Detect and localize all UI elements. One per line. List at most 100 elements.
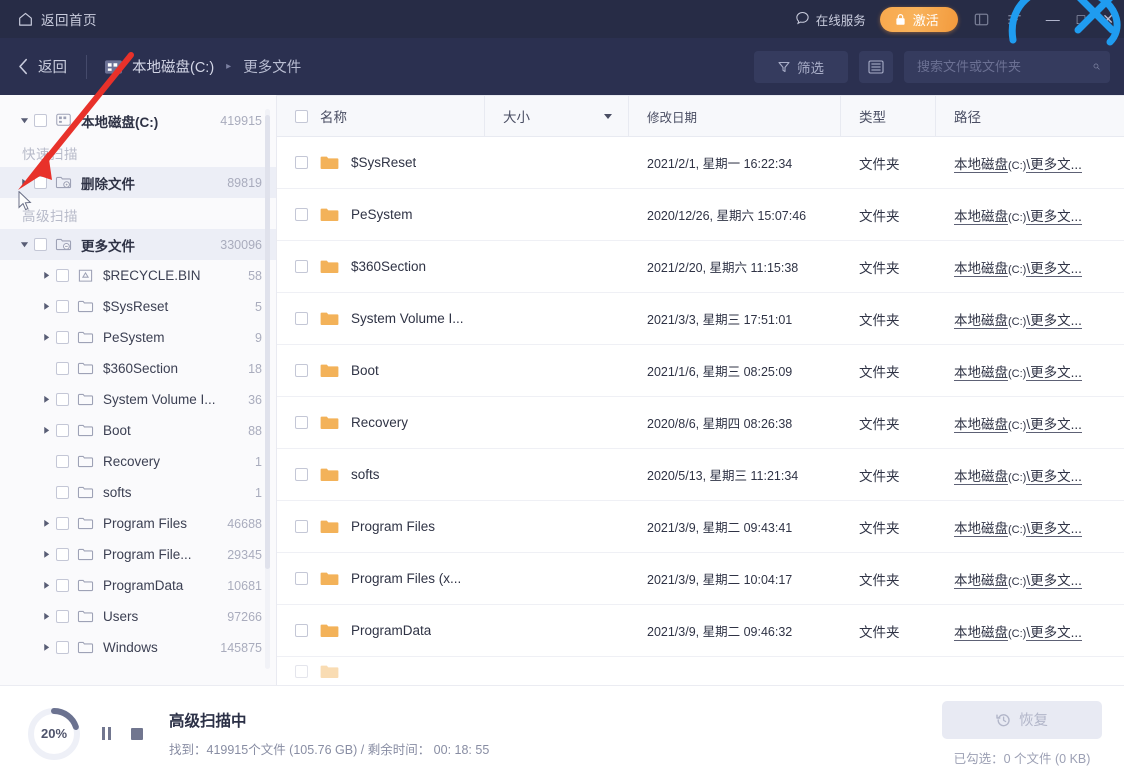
tree-item-count: 330096 — [220, 237, 262, 252]
tree-item-root-0[interactable]: 本地磁盘(C:) 419915 — [0, 105, 276, 136]
table-row[interactable]: Program Files 2021/3/9, 星期二 09:43:41 文件夹 本地… — [277, 501, 1124, 553]
tree-expand-collapse-icon-open[interactable] — [14, 116, 34, 125]
tree-item-checkbox[interactable] — [56, 548, 69, 561]
row-checkbox[interactable] — [295, 520, 308, 533]
tree-expand-collapse-icon-open[interactable] — [14, 240, 34, 249]
tree-item-sec1-8[interactable]: softs 1 — [0, 477, 276, 508]
row-checkbox[interactable] — [295, 260, 308, 273]
restore-button[interactable]: 恢复 — [942, 700, 1102, 739]
tree-item-checkbox[interactable] — [56, 455, 69, 468]
table-row[interactable]: Recovery 2020/8/6, 星期四 08:26:38 文件夹 本地磁盘(C:… — [277, 397, 1124, 449]
tree-item-checkbox[interactable] — [56, 486, 69, 499]
table-row[interactable]: Program Files (x... 2021/3/9, 星期二 10:04:1… — [277, 553, 1124, 605]
sidebar-scrollbar-track[interactable] — [265, 109, 270, 669]
tree-item-checkbox[interactable] — [34, 238, 47, 251]
back-to-home-button[interactable]: 返回首页 — [18, 9, 97, 29]
tree-expand-collapse-icon-closed[interactable] — [36, 581, 56, 590]
column-header-type[interactable]: 类型 — [841, 96, 936, 136]
select-all-checkbox[interactable] — [295, 109, 308, 123]
tree-item-sec1-1[interactable]: $RECYCLE.BIN 58 — [0, 260, 276, 291]
tree-item-sec0-0[interactable]: 删除文件 89819 — [0, 167, 276, 198]
tree-item-checkbox[interactable] — [56, 362, 69, 375]
row-checkbox[interactable] — [295, 624, 308, 637]
close-button[interactable]: ✕ — [1102, 12, 1114, 26]
row-checkbox[interactable] — [295, 572, 308, 585]
table-row[interactable]: Boot 2021/1/6, 星期三 08:25:09 文件夹 本地磁盘(C:)\更多… — [277, 345, 1124, 397]
row-checkbox[interactable] — [295, 665, 308, 678]
tree-expand-collapse-icon-closed[interactable] — [36, 426, 56, 435]
table-row[interactable]: System Volume I... 2021/3/3, 星期三 17:51:01… — [277, 293, 1124, 345]
tree-item-sec1-6[interactable]: Boot 88 — [0, 415, 276, 446]
menu-icon[interactable] — [1005, 10, 1024, 29]
online-service-button[interactable]: 在线服务 — [795, 10, 866, 29]
tree-item-checkbox[interactable] — [56, 300, 69, 313]
row-checkbox[interactable] — [295, 416, 308, 429]
filter-button[interactable]: 筛选 — [754, 50, 848, 83]
tree-item-sec1-13[interactable]: Windows 145875 — [0, 632, 276, 663]
tree-item-sec1-3[interactable]: PeSystem 9 — [0, 322, 276, 353]
tree-expand-collapse-icon-closed[interactable] — [36, 550, 56, 559]
breadcrumb-item-current[interactable]: 更多文件 — [243, 56, 301, 77]
tree-item-sec1-10[interactable]: Program File... 29345 — [0, 539, 276, 570]
column-header-path[interactable]: 路径 — [936, 96, 1124, 136]
table-row[interactable]: ProgramData 2021/3/9, 星期二 09:46:32 文件夹 本地磁盘… — [277, 605, 1124, 657]
tree-item-sec1-4[interactable]: $360Section 18 — [0, 353, 276, 384]
tree-expand-collapse-icon-closed[interactable] — [36, 333, 56, 342]
minimize-button[interactable]: — — [1046, 12, 1060, 26]
sidebar-scroll-region[interactable]: 本地磁盘(C:) 419915 快速扫描 删除文件 89819 高级扫描 更多文件 33009… — [0, 105, 276, 685]
tree-item-checkbox[interactable] — [34, 176, 47, 189]
column-header-date[interactable]: 修改日期 — [629, 96, 841, 136]
tree-item-sec1-11[interactable]: ProgramData 10681 — [0, 570, 276, 601]
view-mode-button[interactable] — [859, 50, 893, 83]
sidebar-toggle-icon[interactable] — [972, 10, 991, 29]
tree-item-sec1-5[interactable]: System Volume I... 36 — [0, 384, 276, 415]
search-box[interactable] — [904, 50, 1110, 83]
table-row[interactable] — [277, 657, 1124, 685]
column-header-size[interactable]: 大小 — [485, 96, 629, 136]
table-row[interactable]: $360Section 2021/2/20, 星期六 11:15:38 文件夹 本地磁… — [277, 241, 1124, 293]
tree-expand-collapse-icon-closed[interactable] — [36, 643, 56, 652]
table-row[interactable]: softs 2020/5/13, 星期三 11:21:34 文件夹 本地磁盘(C:)\… — [277, 449, 1124, 501]
sort-descending-icon[interactable] — [604, 113, 612, 119]
tree-expand-collapse-icon-closed[interactable] — [36, 519, 56, 528]
tree-expand-collapse-icon-closed[interactable] — [36, 395, 56, 404]
tree-item-sec1-12[interactable]: Users 97266 — [0, 601, 276, 632]
tree-item-label: 删除文件 — [81, 176, 135, 192]
tree-item-sec1-9[interactable]: Program Files 46688 — [0, 508, 276, 539]
table-row[interactable]: PeSystem 2020/12/26, 星期六 15:07:46 文件夹 本地磁盘(… — [277, 189, 1124, 241]
row-checkbox[interactable] — [295, 156, 308, 169]
tree-item-checkbox[interactable] — [56, 641, 69, 654]
tree-item-checkbox[interactable] — [56, 424, 69, 437]
tree-expand-collapse-icon-closed[interactable] — [36, 271, 56, 280]
table-body[interactable]: $SysReset 2021/2/1, 星期一 16:22:34 文件夹 本地磁盘(C… — [277, 137, 1124, 685]
row-checkbox[interactable] — [295, 208, 308, 221]
search-icon[interactable] — [1093, 59, 1100, 74]
tree-expand-collapse-icon-closed[interactable] — [36, 302, 56, 311]
tree-item-sec1-0[interactable]: 更多文件 330096 — [0, 229, 276, 260]
column-header-name[interactable]: 名称 — [277, 96, 485, 136]
tree-item-sec1-2[interactable]: $SysReset 5 — [0, 291, 276, 322]
activate-button[interactable]: 激活 — [879, 6, 958, 32]
back-button[interactable]: 返回 — [18, 56, 67, 77]
pause-button[interactable] — [102, 727, 111, 740]
tree-item-checkbox[interactable] — [56, 269, 69, 282]
row-checkbox[interactable] — [295, 312, 308, 325]
tree-item-checkbox[interactable] — [56, 517, 69, 530]
table-row[interactable]: $SysReset 2021/2/1, 星期一 16:22:34 文件夹 本地磁盘(C… — [277, 137, 1124, 189]
stop-button[interactable] — [131, 727, 143, 740]
maximize-button[interactable]: □ — [1077, 12, 1085, 26]
tree-item-checkbox[interactable] — [56, 610, 69, 623]
tree-item-checkbox[interactable] — [56, 579, 69, 592]
tree-item-checkbox[interactable] — [56, 331, 69, 344]
row-checkbox[interactable] — [295, 468, 308, 481]
tree-item-checkbox[interactable] — [34, 114, 47, 127]
breadcrumb-item-drive[interactable]: 本地磁盘(C:) — [132, 56, 214, 77]
tree-expand-collapse-icon-closed[interactable] — [14, 178, 34, 187]
folder-search-icon — [55, 237, 72, 252]
tree-item-checkbox[interactable] — [56, 393, 69, 406]
row-checkbox[interactable] — [295, 364, 308, 377]
search-input[interactable] — [917, 59, 1093, 74]
tree-item-sec1-7[interactable]: Recovery 1 — [0, 446, 276, 477]
tree-expand-collapse-icon-closed[interactable] — [36, 612, 56, 621]
sidebar-scrollbar-thumb[interactable] — [265, 115, 270, 569]
